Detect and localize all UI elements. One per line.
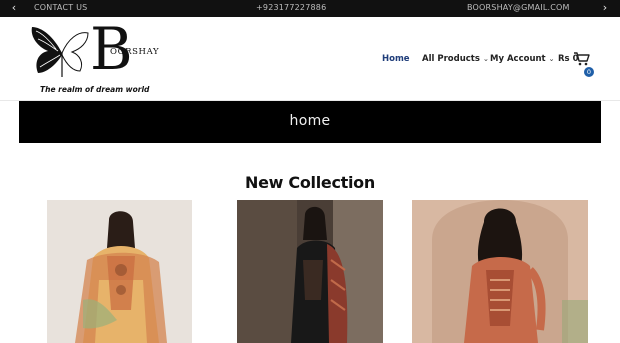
logo-tagline: The realm of dream world <box>40 85 150 94</box>
chevron-down-icon: ⌄ <box>548 55 555 63</box>
contact-us-link[interactable]: CONTACT US <box>34 3 87 12</box>
email-address: BOORSHAY@GMAIL.COM <box>467 3 570 12</box>
shopping-cart-icon[interactable] <box>574 52 590 66</box>
section-heading: New Collection <box>245 173 375 192</box>
product-card[interactable] <box>412 200 588 343</box>
page-title: home <box>289 113 331 129</box>
logo-brand-name: OORSHAY <box>110 47 160 57</box>
page-banner: home <box>19 101 601 143</box>
chevron-left-icon[interactable]: ‹ <box>8 2 20 14</box>
cart-count-badge: 0 <box>584 67 594 77</box>
nav-my-account-label: My Account <box>490 54 546 64</box>
butterfly-icon <box>31 27 89 77</box>
product-image <box>237 200 383 343</box>
site-header: B OORSHAY The realm of dream world Home … <box>0 17 620 101</box>
product-card[interactable] <box>237 200 383 343</box>
product-image <box>412 200 588 343</box>
nav-all-products[interactable]: All Products ⌄ <box>422 54 489 64</box>
nav-my-account[interactable]: My Account ⌄ <box>490 54 555 64</box>
site-logo[interactable]: B OORSHAY The realm of dream world <box>28 19 159 97</box>
nav-all-products-label: All Products <box>422 54 480 64</box>
nav-home[interactable]: Home <box>382 54 410 64</box>
product-image <box>47 200 192 343</box>
chevron-right-icon[interactable]: › <box>599 2 611 14</box>
chevron-down-icon: ⌄ <box>482 55 489 63</box>
phone-number: +923177227886 <box>256 3 327 12</box>
product-card[interactable] <box>47 200 192 343</box>
